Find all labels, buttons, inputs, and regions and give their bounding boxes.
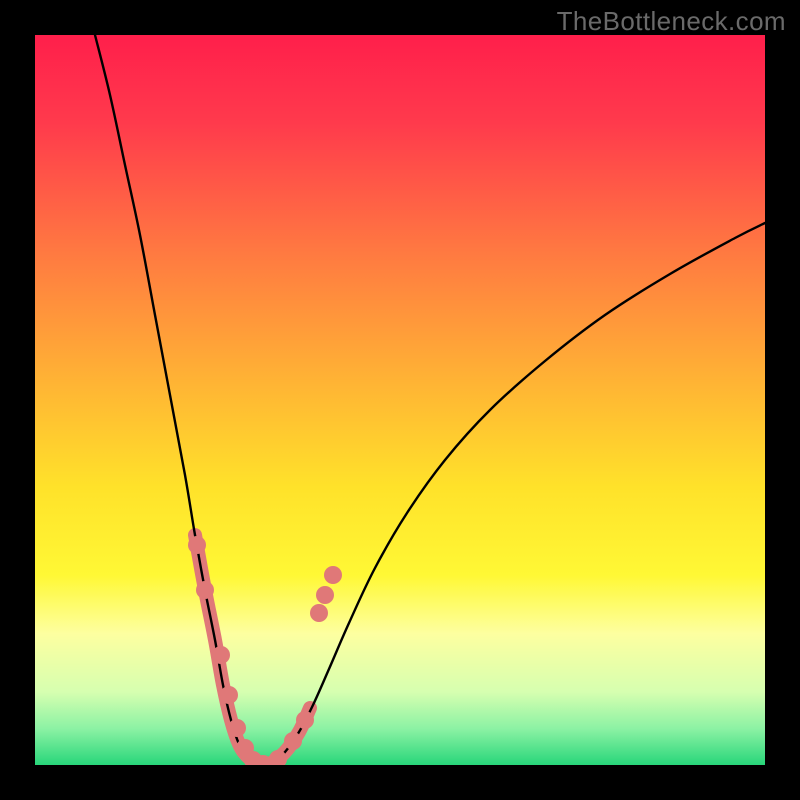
salmon-dot (196, 581, 214, 599)
chart-frame: TheBottleneck.com (0, 0, 800, 800)
salmon-dot (228, 719, 246, 737)
salmon-dot (284, 732, 302, 750)
gradient-background (35, 35, 765, 765)
plot-area (35, 35, 765, 765)
chart-svg (35, 35, 765, 765)
salmon-dot (212, 646, 230, 664)
watermark-label: TheBottleneck.com (557, 6, 786, 37)
salmon-dot (188, 536, 206, 554)
salmon-dot (296, 711, 314, 729)
salmon-dot (324, 566, 342, 584)
salmon-dot (220, 686, 238, 704)
salmon-dot (310, 604, 328, 622)
salmon-dot (316, 586, 334, 604)
